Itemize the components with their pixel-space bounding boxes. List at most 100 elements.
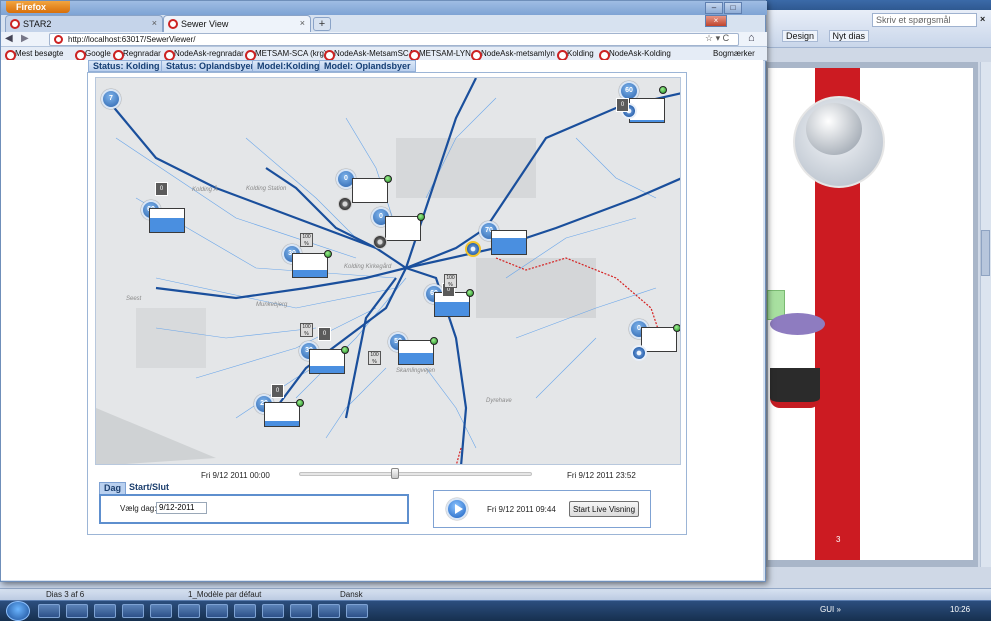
station-level-badge[interactable]: 7: [101, 89, 121, 109]
bookmark-item[interactable]: Regnradar: [113, 49, 161, 60]
status-ok-icon: [324, 250, 332, 258]
capacity-badge[interactable]: 100 %: [444, 274, 457, 288]
timeline-end-label: Fri 9/12 2011 23:52: [567, 471, 636, 480]
close-icon[interactable]: ×: [980, 14, 985, 24]
capacity-badge[interactable]: 100 %: [368, 351, 381, 365]
maximize-icon[interactable]: □: [724, 2, 742, 14]
map-label: Dyrehave: [486, 398, 512, 404]
taskbar-app-icon[interactable]: [262, 604, 284, 618]
map-label: Kolding Å: [192, 187, 218, 193]
level-fill: [293, 270, 327, 277]
bookmark-item[interactable]: NodeAsk-MetsamSCA: [324, 49, 414, 60]
timeline-start-label: Fri 9/12 2011 00:00: [201, 471, 270, 480]
forward-arrow-icon[interactable]: ▶: [21, 33, 29, 44]
level-fill: [399, 352, 433, 364]
sewer-map[interactable]: Kolding Å Kolding Station Munkebjerg See…: [95, 77, 681, 465]
taskbar-app-icon[interactable]: [178, 604, 200, 618]
tab-dag[interactable]: Dag: [99, 482, 127, 494]
overflow-status-icon[interactable]: 0: [271, 384, 284, 398]
bookmark-item[interactable]: METSAM-LYN: [409, 49, 471, 60]
taskbar-app-icon[interactable]: [122, 604, 144, 618]
start-live-button[interactable]: Start Live Visning: [569, 501, 639, 517]
boat-image: [770, 368, 820, 408]
bookmark-item[interactable]: NodeAsk-metsamlyn: [471, 49, 555, 60]
timeline-slider[interactable]: [299, 472, 532, 476]
overflow-status-icon[interactable]: 0: [155, 182, 168, 196]
pump-running-icon: [465, 241, 481, 257]
play-icon[interactable]: [446, 498, 468, 520]
day-picker-label: Vælg dag:: [120, 504, 157, 513]
bookmark-item[interactable]: Google: [75, 49, 111, 60]
level-fill: [265, 421, 299, 426]
status-ok-icon: [659, 86, 667, 94]
bookmark-item[interactable]: NodeAsk-regnradar: [164, 49, 244, 60]
bookmark-item[interactable]: NodeAsk-Kolding: [599, 49, 671, 60]
firefox-menu-button[interactable]: Firefox: [6, 1, 70, 13]
overflow-status-icon[interactable]: 0: [318, 327, 331, 341]
overflow-status-icon[interactable]: 0: [616, 98, 629, 112]
taskbar-app-icon[interactable]: [206, 604, 228, 618]
taskbar-app-icon[interactable]: [38, 604, 60, 618]
day-picker-input[interactable]: 9/12-2011: [156, 502, 207, 514]
start-button[interactable]: [6, 601, 30, 621]
background-toolbar: Design Nyt dias: [782, 30, 877, 42]
pump-inactive-icon: [338, 197, 352, 211]
level-fill: [630, 119, 664, 122]
system-tray[interactable]: GUI »: [820, 605, 841, 614]
close-icon[interactable]: ×: [300, 18, 305, 28]
slide-number: 3: [836, 535, 841, 544]
back-arrow-icon[interactable]: ◀: [5, 33, 13, 44]
home-icon[interactable]: ⌂: [748, 32, 755, 44]
bookmark-item[interactable]: Mest besøgte: [5, 49, 63, 60]
bookmark-item[interactable]: Kolding: [557, 49, 594, 60]
vertical-scrollbar[interactable]: [980, 62, 991, 567]
taskbar-app-icon[interactable]: [150, 604, 172, 618]
bookmarks-toolbar: Mest besøgte Google Regnradar NodeAsk-re…: [1, 47, 767, 61]
taskbar-app-icon[interactable]: [346, 604, 368, 618]
station-level-gauge: [491, 230, 527, 255]
sewer-network: [96, 78, 680, 464]
tab-star2[interactable]: STAR2 ×: [5, 15, 163, 32]
firefox-icon[interactable]: [94, 604, 116, 618]
station-level-gauge: [292, 253, 328, 278]
url-field[interactable]: http://localhost:63017/SewerViewer/: [49, 33, 739, 46]
status-ok-icon: [296, 399, 304, 407]
capacity-badge[interactable]: 100 %: [300, 323, 313, 337]
powerpoint-icon[interactable]: [290, 604, 312, 618]
tab-start-slut[interactable]: Start/Slut: [125, 482, 173, 494]
status-ok-icon: [417, 213, 425, 221]
taskbar-app-icon[interactable]: [318, 604, 340, 618]
clock[interactable]: 10:26: [950, 605, 970, 614]
taskbar-app-icon[interactable]: [234, 604, 256, 618]
tab-status-kolding[interactable]: Status: Kolding: [88, 60, 165, 72]
map-label: Kolding Station: [246, 186, 287, 192]
tab-model-oplandsbyer[interactable]: Model: Oplandsbyer: [319, 60, 416, 72]
tab-sewer-view[interactable]: Sewer View ×: [163, 15, 311, 32]
tab-model-kolding[interactable]: Model:Kolding: [252, 60, 325, 72]
tab-status-oplandsbyer[interactable]: Status: Oplandsbyer: [161, 60, 260, 72]
tab-label: STAR2: [23, 19, 52, 29]
minimize-icon[interactable]: –: [705, 2, 723, 14]
close-icon[interactable]: ×: [152, 18, 157, 28]
bookmark-star-icon[interactable]: ☆ ▾ C: [705, 33, 729, 44]
browser-titlebar: [1, 1, 767, 15]
browser-icon[interactable]: [66, 604, 88, 618]
tab-label: Sewer View: [181, 19, 229, 29]
map-label: Munkebjerg: [256, 302, 288, 308]
bookmarks-menu[interactable]: Bogmærker: [713, 49, 755, 58]
opera-icon: [10, 19, 20, 29]
station-level-gauge: [352, 178, 388, 203]
help-search-input[interactable]: Skriv et spørgsmål: [872, 13, 977, 27]
design-button[interactable]: Design: [782, 30, 819, 42]
capacity-badge[interactable]: 100 %: [300, 233, 313, 247]
station-level-gauge: [398, 340, 434, 365]
new-slide-button[interactable]: Nyt dias: [828, 30, 870, 42]
map-label: Skamlingvejen: [396, 368, 436, 374]
new-tab-button[interactable]: +: [313, 17, 331, 31]
map-label: Kolding Kirkegård: [344, 264, 392, 270]
timeline-slider-thumb[interactable]: [390, 468, 399, 479]
bookmark-item[interactable]: METSAM-SCA (krg): [245, 49, 327, 60]
status-theme: 1_Modèle par défaut: [188, 590, 262, 599]
opera-icon: [168, 19, 178, 29]
scrollbar-thumb[interactable]: [981, 230, 990, 276]
